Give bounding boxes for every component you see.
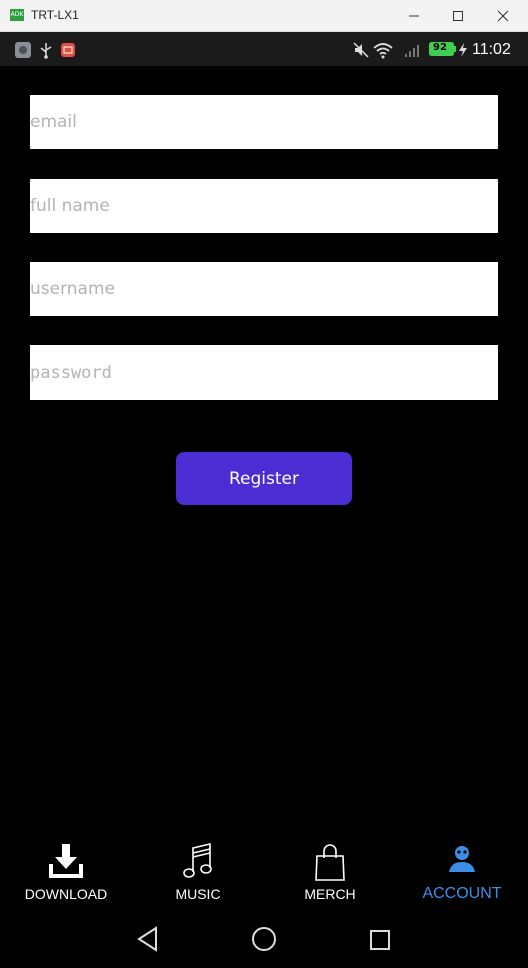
clock: 11:02 [472,41,511,58]
recents-icon[interactable] [369,929,391,951]
back-icon[interactable] [136,926,160,952]
fullname-field-container [30,179,498,233]
username-field-container [30,262,498,316]
tab-download[interactable]: DOWNLOAD [0,828,132,910]
tab-account-label: ACCOUNT [422,885,502,902]
window-titlebar: ADK TRT-LX1 [0,0,528,32]
register-button[interactable]: Register [176,452,352,505]
close-icon [497,10,509,22]
notification-icon [61,43,75,57]
tab-account[interactable]: ACCOUNT [396,828,528,910]
tab-merch[interactable]: MERCH [264,828,396,910]
app-icon [15,42,31,58]
window-title: TRT-LX1 [31,8,79,22]
battery-level: 92 [433,42,447,53]
status-bar: 92 11:02 [0,32,528,66]
password-input[interactable] [30,345,498,400]
tab-music[interactable]: MUSIC [132,828,264,910]
music-note-icon [183,842,212,878]
wifi-icon [373,43,393,59]
bottom-tab-bar: DOWNLOAD MUSIC MERCH ACCOUNT [0,828,528,910]
app-icon: ADK [10,9,24,21]
minimize-icon [409,15,419,17]
tab-download-label: DOWNLOAD [24,886,108,902]
mute-icon [353,42,369,58]
usb-icon [40,43,52,59]
tab-merch-label: MERCH [304,886,356,902]
username-input[interactable] [30,262,498,316]
password-field-container [30,345,498,400]
email-input[interactable] [30,95,498,149]
charging-icon [459,43,467,57]
home-icon[interactable] [251,926,277,952]
register-screen: Register [0,66,528,906]
maximize-icon [453,11,463,21]
maximize-button[interactable] [447,6,469,26]
download-icon [49,844,83,878]
signal-icon [405,45,419,57]
close-button[interactable] [492,6,514,26]
fullname-input[interactable] [30,179,498,233]
email-field-container [30,95,498,149]
tab-music-label: MUSIC [175,886,221,902]
battery-icon: 92 [429,42,456,56]
account-icon [449,846,475,872]
shopping-bag-icon [315,844,345,881]
system-nav-bar [0,910,528,968]
minimize-button[interactable] [403,6,425,26]
